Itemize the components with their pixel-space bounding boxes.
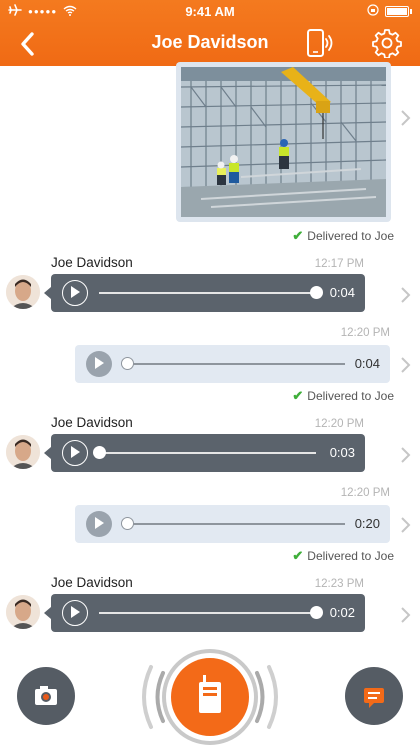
message-time: 12:20 PM — [340, 487, 390, 499]
chevron-right-icon — [401, 607, 411, 623]
chevron-left-icon — [21, 32, 34, 56]
push-to-talk-button[interactable] — [133, 645, 287, 750]
voice-message-incoming: 0:03 — [44, 434, 365, 472]
status-bar: ●●●●● 9:41 AM — [0, 0, 420, 22]
check-icon: ✔ — [292, 388, 304, 403]
chat-bubble-icon — [364, 688, 384, 708]
play-button[interactable] — [62, 600, 88, 626]
message-time: 12:23 PM — [314, 578, 364, 590]
voice-message-incoming: 0:04 — [44, 274, 365, 312]
avatar — [6, 595, 40, 629]
sender-name: Joe Davidson — [51, 255, 133, 270]
audio-scrubber[interactable] — [93, 446, 106, 459]
play-button[interactable] — [86, 351, 112, 377]
message-time: 12:20 PM — [340, 327, 390, 339]
delivered-status: ✔ Delivered to Joe — [292, 388, 394, 403]
gear-icon — [372, 29, 402, 59]
delivered-status: ✔ Delivered to Joe — [292, 228, 394, 243]
app-header: ●●●●● 9:41 AM Joe Davidson — [0, 0, 420, 66]
audio-duration: 0:04 — [329, 285, 355, 300]
walkie-talkie-icon — [142, 649, 278, 745]
audio-scrubber[interactable] — [121, 357, 134, 370]
audio-duration: 0:04 — [354, 356, 380, 371]
nav-bar: Joe Davidson — [0, 22, 420, 66]
audio-duration: 0:03 — [329, 445, 355, 460]
battery-icon — [385, 6, 409, 17]
avatar — [6, 435, 40, 469]
photo-message[interactable] — [176, 62, 391, 222]
check-icon: ✔ — [292, 548, 304, 563]
chevron-right-icon — [401, 287, 411, 303]
phone-vibrate-button[interactable] — [304, 28, 336, 60]
message-time: 12:20 PM — [314, 418, 364, 430]
avatar — [6, 275, 40, 309]
audio-scrubber[interactable] — [310, 286, 323, 299]
audio-progress-track[interactable] — [99, 452, 316, 454]
sender-name: Joe Davidson — [51, 575, 133, 590]
phone-vibrate-icon — [307, 29, 333, 57]
sender-name: Joe Davidson — [51, 415, 133, 430]
play-button[interactable] — [62, 280, 88, 306]
chevron-right-icon — [401, 447, 411, 463]
audio-duration: 0:20 — [354, 516, 380, 531]
contact-name-title: Joe Davidson — [151, 32, 269, 52]
camera-icon — [35, 686, 57, 705]
orientation-lock-icon — [367, 4, 379, 19]
settings-button[interactable] — [372, 28, 402, 59]
delivered-status: ✔ Delivered to Joe — [292, 548, 394, 563]
voice-message-outgoing: 0:04 — [75, 345, 390, 383]
chevron-right-icon — [401, 357, 411, 373]
audio-progress-track[interactable] — [127, 523, 345, 525]
status-time: 9:41 AM — [185, 4, 235, 19]
chevron-right-icon — [401, 110, 411, 126]
play-button[interactable] — [86, 511, 112, 537]
message-time: 12:17 PM — [314, 258, 364, 270]
audio-scrubber[interactable] — [310, 606, 323, 619]
check-icon: ✔ — [292, 228, 304, 243]
voice-message-outgoing: 0:20 — [75, 505, 390, 543]
voice-message-incoming: 0:02 — [44, 594, 365, 632]
audio-progress-track[interactable] — [99, 292, 316, 294]
audio-duration: 0:02 — [329, 605, 355, 620]
chevron-right-icon — [401, 517, 411, 533]
audio-progress-track[interactable] — [127, 363, 345, 365]
camera-button[interactable] — [17, 667, 75, 725]
audio-progress-track[interactable] — [99, 612, 316, 614]
text-chat-button[interactable] — [345, 667, 403, 725]
construction-photo — [181, 67, 386, 217]
play-button[interactable] — [62, 440, 88, 466]
audio-scrubber[interactable] — [121, 517, 134, 530]
back-button[interactable] — [16, 30, 40, 58]
